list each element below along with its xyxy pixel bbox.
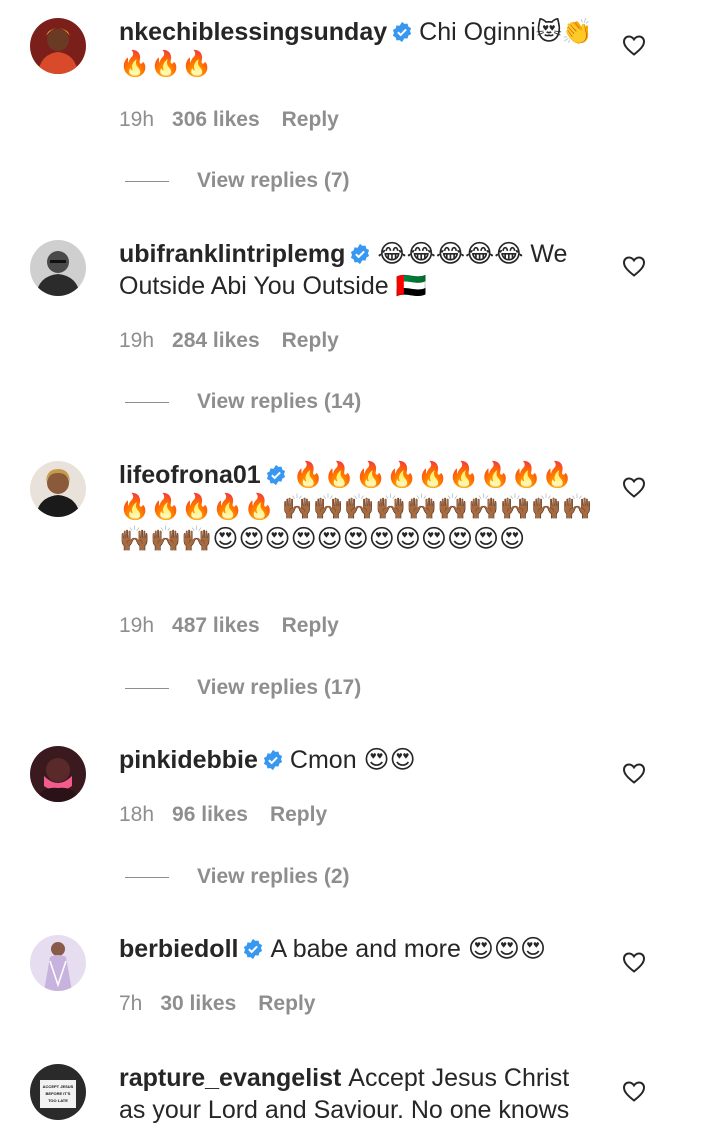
heart-outline-icon[interactable] xyxy=(622,762,646,784)
divider-line xyxy=(125,687,169,689)
timestamp[interactable]: 19h xyxy=(119,329,154,352)
reply-button[interactable]: Reply xyxy=(282,614,339,637)
svg-text:TOO LATE: TOO LATE xyxy=(48,1098,68,1103)
likes-count[interactable]: 30 likes xyxy=(160,992,236,1015)
timestamp[interactable]: 19h xyxy=(119,614,154,637)
comment-body: ubifranklintriplemg 😂😂😂😂😂 We Outside Abi … xyxy=(119,238,599,302)
verified-badge-icon xyxy=(266,464,285,486)
likes-count[interactable]: 487 likes xyxy=(172,614,260,637)
comment-text: Cmon 😍😍 xyxy=(289,746,416,774)
heart-outline-icon[interactable] xyxy=(622,476,646,498)
svg-text:ACCEPT JESUS: ACCEPT JESUS xyxy=(43,1084,74,1089)
verified-badge-icon xyxy=(263,749,282,771)
comment-body: rapture_evangelist Accept Jesus Christ a… xyxy=(119,1062,599,1126)
comment-meta: 18h 96 likes Reply xyxy=(119,803,327,827)
view-replies-button[interactable]: View replies (7) xyxy=(125,169,350,193)
avatar[interactable] xyxy=(30,935,86,991)
username[interactable]: rapture_evangelist xyxy=(119,1064,341,1092)
username[interactable]: lifeofrona01 xyxy=(119,461,261,489)
view-replies-button[interactable]: View replies (2) xyxy=(125,865,350,889)
divider-line xyxy=(125,401,169,403)
username[interactable]: ubifranklintriplemg xyxy=(119,240,345,268)
heart-outline-icon[interactable] xyxy=(622,34,646,56)
avatar[interactable]: ACCEPT JESUS BEFORE IT'S TOO LATE xyxy=(30,1064,86,1120)
username[interactable]: nkechiblessingsunday xyxy=(119,18,387,46)
comment-text: A babe and more 😍😍😍 xyxy=(270,935,547,963)
timestamp[interactable]: 7h xyxy=(119,992,142,1015)
reply-button[interactable]: Reply xyxy=(282,108,339,131)
heart-outline-icon[interactable] xyxy=(622,255,646,277)
comment-meta: 19h 306 likes Reply xyxy=(119,108,339,132)
username[interactable]: berbiedoll xyxy=(119,935,238,963)
reply-button[interactable]: Reply xyxy=(282,329,339,352)
heart-outline-icon[interactable] xyxy=(622,951,646,973)
reply-button[interactable]: Reply xyxy=(258,992,315,1015)
view-replies-label: View replies (2) xyxy=(197,865,350,888)
comment-body: nkechiblessingsunday Chi Oginni😻👏🔥🔥🔥 xyxy=(119,16,599,80)
view-replies-label: View replies (17) xyxy=(197,676,362,699)
view-replies-label: View replies (7) xyxy=(197,169,350,192)
comment-meta: 7h 30 likes Reply xyxy=(119,992,315,1016)
view-replies-button[interactable]: View replies (17) xyxy=(125,676,361,700)
comment-body: berbiedoll A babe and more 😍😍😍 xyxy=(119,933,599,965)
comment-body: lifeofrona01 🔥🔥🔥🔥🔥🔥🔥🔥🔥🔥🔥🔥🔥🔥 🙌🏾🙌🏾🙌🏾🙌🏾🙌🏾🙌🏾🙌… xyxy=(119,459,599,555)
verified-badge-icon xyxy=(393,21,412,43)
verified-badge-icon xyxy=(351,243,370,265)
avatar[interactable] xyxy=(30,18,86,74)
comment-body: pinkidebbie Cmon 😍😍 xyxy=(119,744,599,776)
view-replies-label: View replies (14) xyxy=(197,390,362,413)
divider-line xyxy=(125,876,169,878)
heart-outline-icon[interactable] xyxy=(622,1080,646,1102)
reply-button[interactable]: Reply xyxy=(270,803,327,826)
view-replies-button[interactable]: View replies (14) xyxy=(125,390,361,414)
verified-badge-icon xyxy=(244,938,263,960)
likes-count[interactable]: 284 likes xyxy=(172,329,260,352)
timestamp[interactable]: 18h xyxy=(119,803,154,826)
avatar[interactable] xyxy=(30,746,86,802)
username[interactable]: pinkidebbie xyxy=(119,746,258,774)
comment-meta: 19h 487 likes Reply xyxy=(119,614,339,638)
likes-count[interactable]: 96 likes xyxy=(172,803,248,826)
divider-line xyxy=(125,180,169,182)
svg-text:BEFORE IT'S: BEFORE IT'S xyxy=(46,1091,71,1096)
likes-count[interactable]: 306 likes xyxy=(172,108,260,131)
comment-meta: 19h 284 likes Reply xyxy=(119,329,339,353)
avatar[interactable] xyxy=(30,240,86,296)
timestamp[interactable]: 19h xyxy=(119,108,154,131)
avatar[interactable] xyxy=(30,461,86,517)
